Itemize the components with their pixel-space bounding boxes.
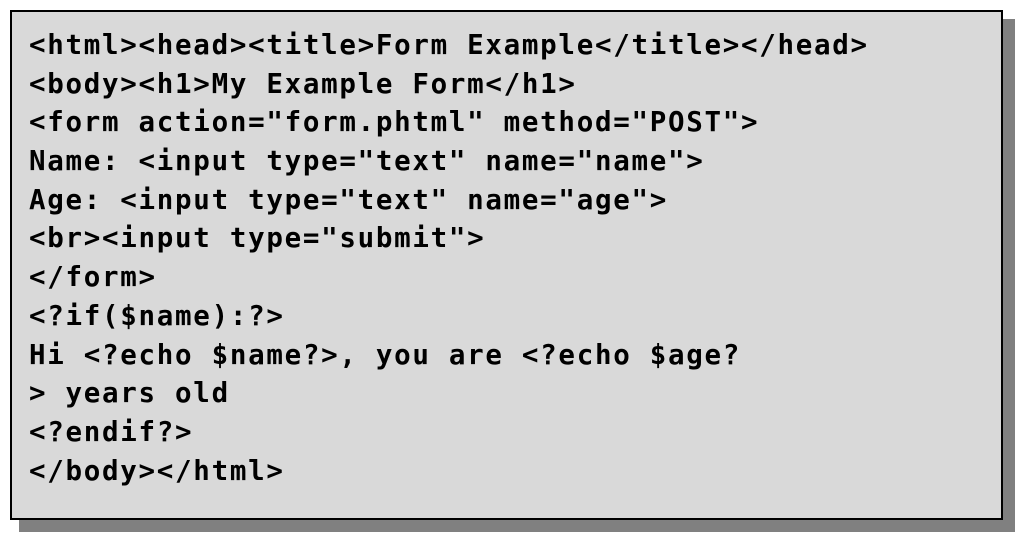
- code-line: </body></html>: [29, 454, 285, 487]
- code-line: Age: <input type="text" name="age">: [29, 183, 668, 216]
- code-line: > years old: [29, 377, 230, 410]
- code-line: <?endif?>: [29, 415, 194, 448]
- code-line: <form action="form.phtml" method="POST">: [29, 106, 760, 139]
- code-line: <body><h1>My Example Form</h1>: [29, 67, 577, 100]
- code-line: Name: <input type="text" name="name">: [29, 145, 705, 178]
- figure-canvas: <html><head><title>Form Example</title><…: [0, 0, 1024, 543]
- code-listing-box: <html><head><title>Form Example</title><…: [10, 10, 1003, 520]
- code-line: <html><head><title>Form Example</title><…: [29, 29, 869, 61]
- code-line: <?if($name):?>: [29, 299, 285, 332]
- code-listing: <html><head><title>Form Example</title><…: [29, 26, 1001, 490]
- code-line: <br><input type="submit">: [29, 222, 486, 255]
- code-line: </form>: [29, 261, 157, 294]
- code-line: Hi <?echo $name?>, you are <?echo $age?: [29, 338, 741, 371]
